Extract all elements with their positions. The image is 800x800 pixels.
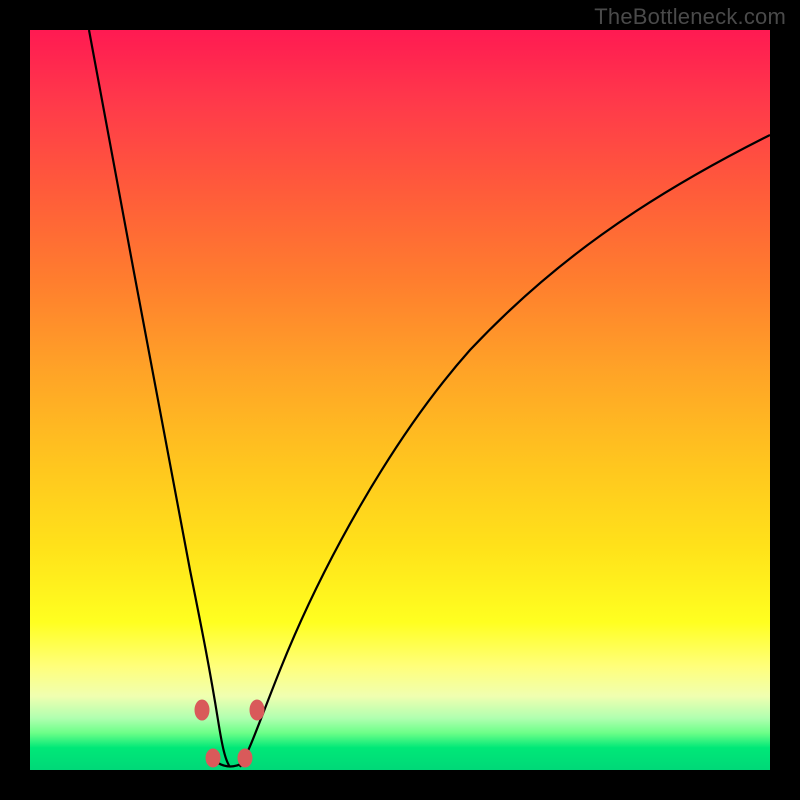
marker-dot [250,700,264,720]
curve-left-branch [89,30,230,767]
marker-dot [238,749,252,767]
marker-dot [195,700,209,720]
curve-right-branch [240,135,770,767]
watermark-text: TheBottleneck.com [594,4,786,30]
marker-dot [206,749,220,767]
chart-svg [30,30,770,770]
chart-frame: TheBottleneck.com [0,0,800,800]
chart-plot-area [30,30,770,770]
